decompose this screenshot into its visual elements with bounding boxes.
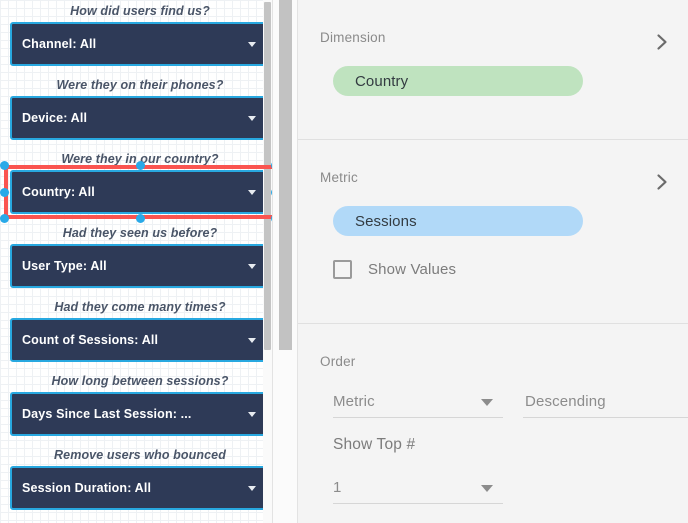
chevron-down-icon bbox=[248, 264, 256, 269]
show-values-label: Show Values bbox=[368, 261, 457, 278]
filter-group: Remove users who bounced Session Duration… bbox=[10, 446, 270, 510]
checkbox-empty-icon[interactable] bbox=[333, 260, 352, 279]
filter-dropdown-4[interactable]: Count of Sessions: All bbox=[10, 318, 270, 362]
chevron-right-icon[interactable] bbox=[652, 172, 672, 192]
chevron-right-icon[interactable] bbox=[652, 32, 672, 52]
filter-dropdown-label: Count of Sessions: All bbox=[22, 333, 159, 347]
properties-panel: Dimension Country Metric Sessions Show V… bbox=[298, 0, 688, 523]
filter-dropdown-0[interactable]: Channel: All bbox=[10, 22, 270, 66]
filter-caption: Were they in our country? bbox=[61, 152, 219, 166]
order-sort-by-value: Metric bbox=[333, 393, 375, 410]
filter-dropdown-label: Channel: All bbox=[22, 37, 97, 51]
metric-pill-sessions[interactable]: Sessions bbox=[333, 206, 583, 236]
metric-section-title: Metric bbox=[320, 170, 358, 185]
filter-dropdown-label: User Type: All bbox=[22, 259, 107, 273]
resize-handle-s[interactable] bbox=[135, 214, 145, 223]
chevron-down-icon bbox=[248, 338, 256, 343]
filter-dropdown-label: Country: All bbox=[22, 185, 95, 199]
panel-scrollbar-thumb[interactable] bbox=[279, 0, 292, 350]
metric-pill-label: Sessions bbox=[355, 212, 417, 230]
chevron-down-icon bbox=[481, 398, 493, 406]
filter-editor-screen: How did users find us? Channel: All Were t… bbox=[0, 0, 688, 523]
filter-dropdown-5[interactable]: Days Since Last Session: ... bbox=[10, 392, 270, 436]
dimension-section: Dimension Country bbox=[298, 0, 688, 140]
filter-caption: Had they come many times? bbox=[54, 300, 226, 314]
filter-dropdown-1[interactable]: Device: All bbox=[10, 96, 270, 140]
filter-dropdown-label: Session Duration: All bbox=[22, 481, 152, 495]
show-top-select[interactable]: 1 bbox=[333, 472, 503, 504]
filter-dropdown-label: Device: All bbox=[22, 111, 88, 125]
filter-dropdown-6[interactable]: Session Duration: All bbox=[10, 466, 270, 510]
chevron-down-icon bbox=[248, 116, 256, 121]
filter-dropdown-2[interactable]: Country: All bbox=[10, 170, 270, 214]
filter-group: Were they in our country? Country: All bbox=[10, 150, 270, 214]
chevron-down-icon bbox=[481, 484, 493, 492]
chevron-down-icon bbox=[248, 42, 256, 47]
metric-section: Metric Sessions Show Values bbox=[298, 140, 688, 324]
filter-group: Had they seen us before? User Type: All bbox=[10, 224, 270, 288]
filter-caption: How long between sessions? bbox=[51, 374, 229, 388]
filter-dropdown-3[interactable]: User Type: All bbox=[10, 244, 270, 288]
dimension-section-title: Dimension bbox=[320, 30, 386, 45]
order-direction-select[interactable]: Descending bbox=[523, 386, 688, 418]
chevron-down-icon bbox=[248, 412, 256, 417]
order-sort-by-select[interactable]: Metric bbox=[333, 386, 503, 418]
resize-handle-w[interactable] bbox=[0, 187, 9, 197]
dimension-pill-country[interactable]: Country bbox=[333, 66, 583, 96]
filter-caption: Had they seen us before? bbox=[62, 226, 218, 240]
filter-caption: Remove users who bounced bbox=[54, 448, 226, 462]
resize-handle-sw[interactable] bbox=[0, 214, 9, 223]
chevron-down-icon bbox=[248, 190, 256, 195]
filter-group: How did users find us? Channel: All bbox=[10, 2, 270, 66]
filter-dropdown-label: Days Since Last Session: ... bbox=[22, 407, 192, 421]
filter-caption: Were they on their phones? bbox=[56, 78, 224, 92]
filter-group: How long between sessions? Days Since Las… bbox=[10, 372, 270, 436]
show-top-label: Show Top # bbox=[333, 436, 416, 453]
order-section-title: Order bbox=[320, 354, 356, 369]
canvas-scrollbar-thumb[interactable] bbox=[264, 2, 271, 350]
order-direction-value: Descending bbox=[525, 393, 606, 410]
order-section: Order Metric Descending Show Top # 1 bbox=[298, 324, 688, 523]
filter-group: Were they on their phones? Device: All bbox=[10, 76, 270, 140]
dimension-pill-label: Country bbox=[355, 72, 409, 90]
canvas-vertical-scrollbar[interactable] bbox=[263, 0, 272, 523]
resize-handle-nw[interactable] bbox=[0, 161, 9, 170]
filter-caption: How did users find us? bbox=[70, 4, 210, 18]
show-values-row[interactable]: Show Values bbox=[333, 260, 456, 279]
chevron-down-icon bbox=[248, 486, 256, 491]
filter-group: Had they come many times? Count of Sessio… bbox=[10, 298, 270, 362]
report-canvas[interactable]: How did users find us? Channel: All Were t… bbox=[0, 0, 272, 523]
show-top-value: 1 bbox=[333, 479, 342, 496]
panel-scrollbar[interactable] bbox=[272, 0, 298, 523]
